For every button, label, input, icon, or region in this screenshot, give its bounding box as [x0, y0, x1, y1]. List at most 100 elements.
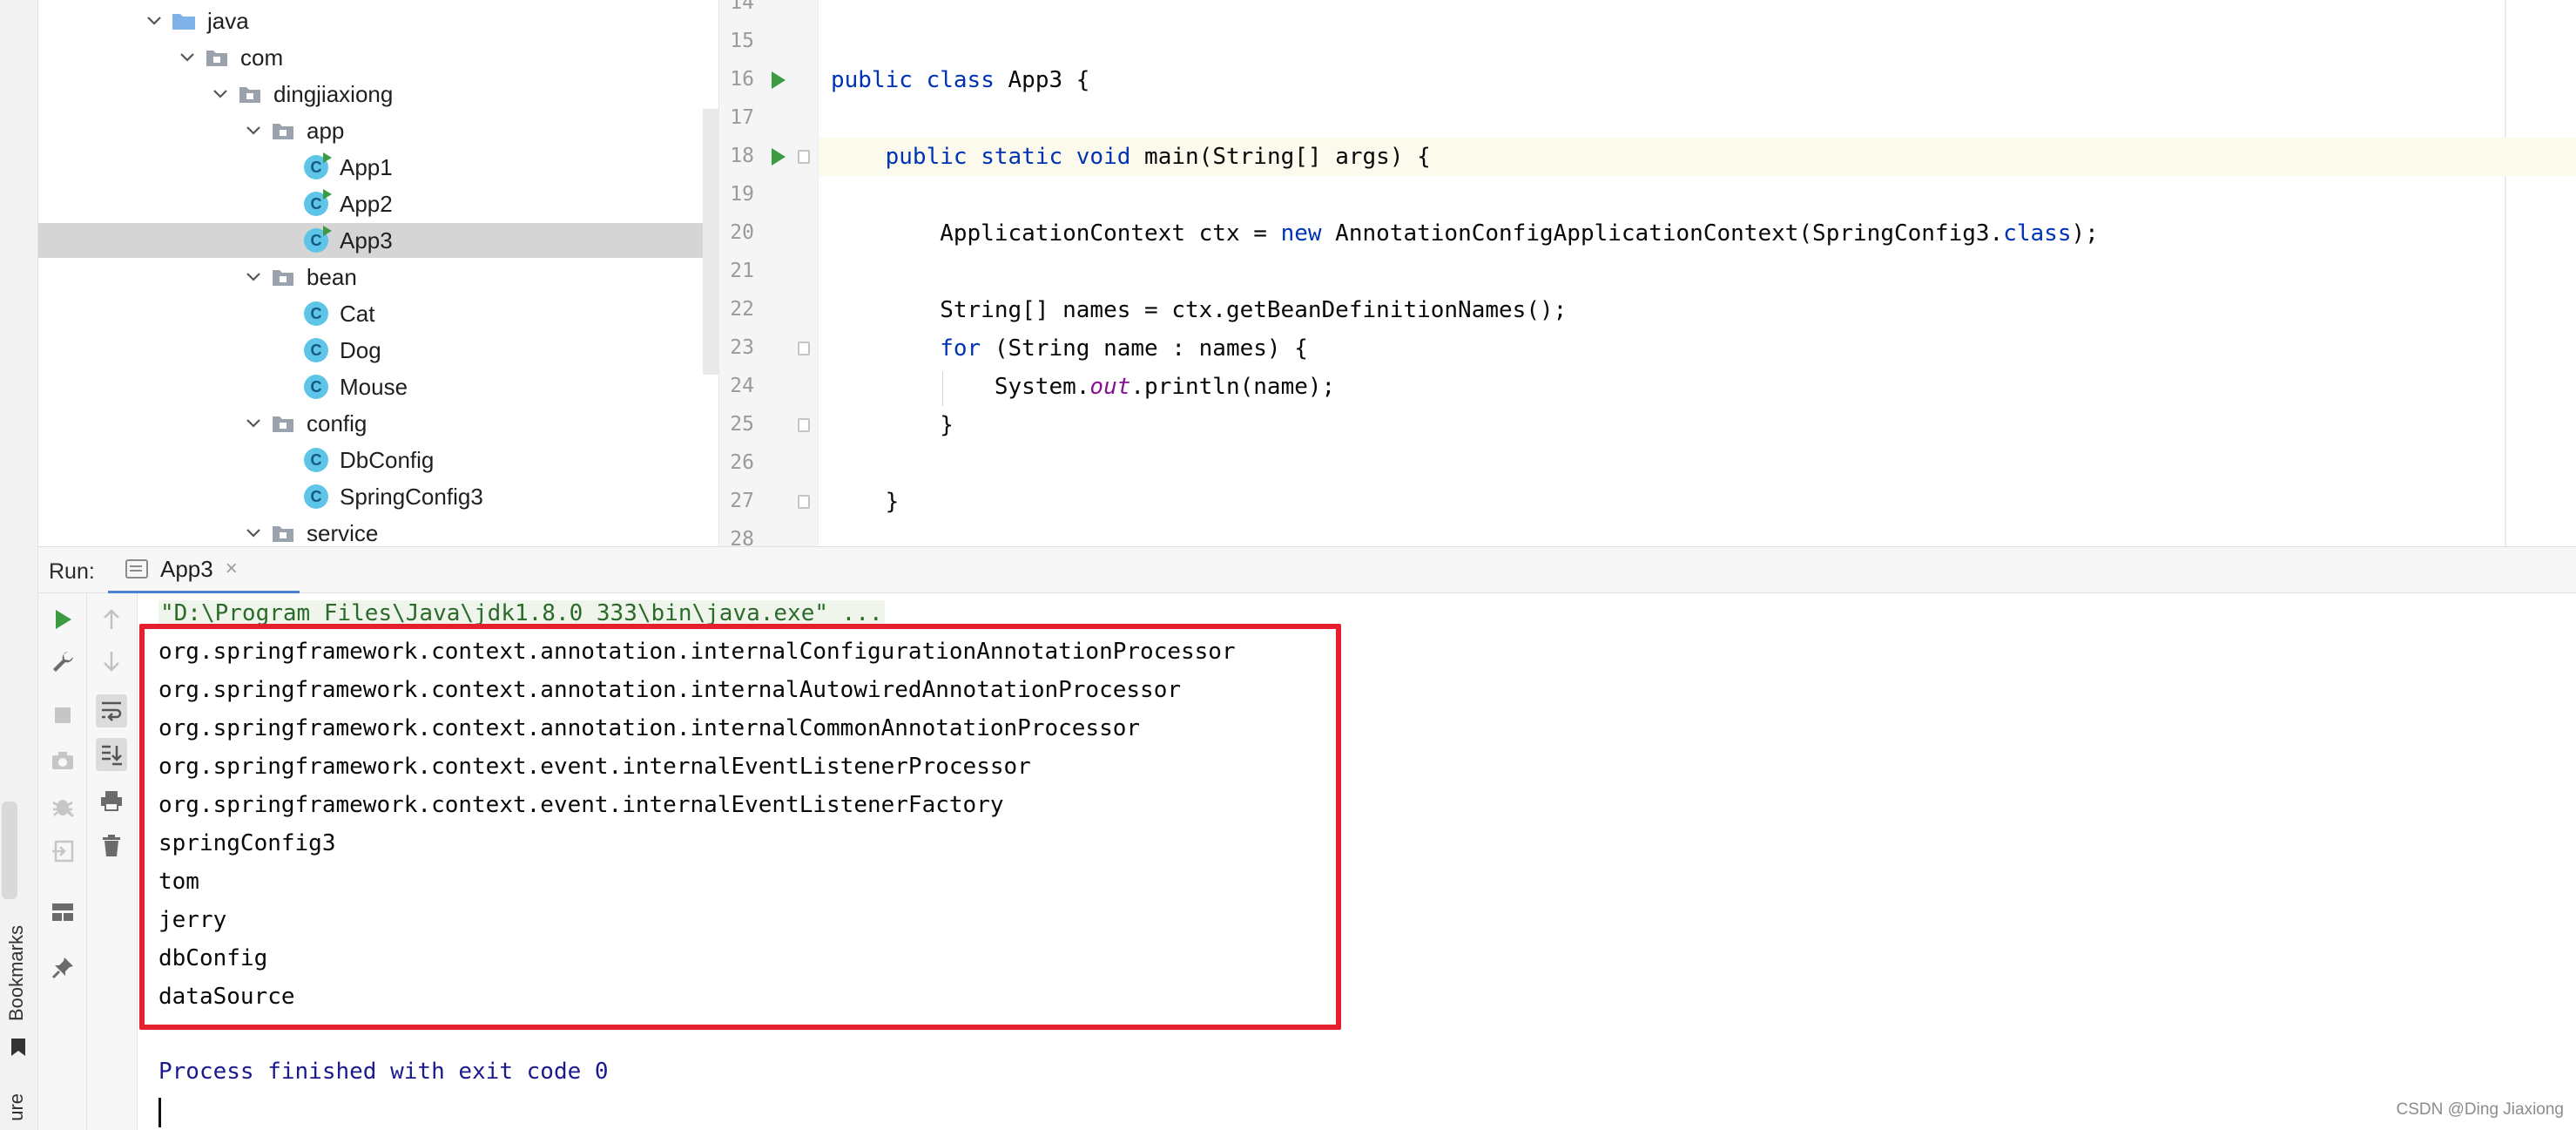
exit-icon[interactable]	[49, 837, 77, 865]
tree-item-dog[interactable]: C Dog	[38, 333, 704, 368]
pin-icon[interactable]	[49, 954, 77, 982]
run-gutter-icon[interactable]	[772, 71, 786, 89]
console-output[interactable]: "D:\Program Files\Java\jdk1.8.0_333\bin\…	[138, 593, 2576, 1130]
fold-marker-icon[interactable]	[798, 150, 810, 164]
project-tree: java com dingjiaxiong app C App1 C App2 C App3 bea…	[38, 0, 719, 546]
code-line: String[] names = ctx.getBeanDefinitionNa…	[831, 297, 1568, 323]
layout-icon[interactable]	[49, 898, 77, 926]
class-letter: C	[304, 375, 328, 399]
run-toolbar-primary	[38, 593, 87, 1130]
gutter-line: 15	[719, 23, 819, 61]
fold-marker-icon[interactable]	[798, 342, 810, 355]
run-panel-header: Run: App3 ×	[38, 546, 2576, 594]
wrench-icon[interactable]	[49, 647, 77, 675]
chevron-down-icon[interactable]	[242, 522, 265, 545]
tree-scrollbar[interactable]	[703, 109, 718, 375]
line-number: 16	[730, 68, 754, 91]
bookmarks-tool-label[interactable]: Bookmarks	[5, 925, 28, 1021]
chevron-down-icon[interactable]	[209, 83, 232, 105]
console-output-line: dataSource	[158, 984, 295, 1010]
package-icon	[270, 118, 296, 144]
chevron-down-icon[interactable]	[242, 119, 265, 142]
tree-item-app[interactable]: app	[38, 113, 704, 148]
tree-item-java[interactable]: java	[38, 3, 704, 38]
tree-item-cat[interactable]: C Cat	[38, 296, 704, 331]
run-gutter-icon[interactable]	[772, 148, 786, 166]
tree-item-label: Cat	[340, 300, 375, 327]
tree-item-com[interactable]: com	[38, 40, 704, 75]
chevron-down-icon[interactable]	[143, 10, 165, 32]
code-line: System.out.println(name);	[831, 374, 1336, 400]
gutter-line: 23	[719, 329, 819, 368]
trash-icon[interactable]	[98, 832, 125, 860]
tool-strip-grip[interactable]	[2, 802, 17, 899]
print-icon[interactable]	[98, 787, 125, 815]
run-toolbar-secondary	[87, 593, 138, 1130]
camera-icon[interactable]	[49, 747, 77, 775]
fold-marker-icon[interactable]	[798, 495, 810, 509]
tree-item-mouse[interactable]: C Mouse	[38, 369, 704, 404]
class-icon: C	[303, 374, 329, 400]
code-editor[interactable]: public class App3 { public static void m…	[819, 0, 2576, 546]
package-icon	[204, 44, 230, 71]
chevron-down-icon[interactable]	[242, 266, 265, 288]
class-letter: C	[304, 301, 328, 326]
editor-gutter: 14 15 16 17 18 19 20 21 22 23 24 25 26 27 28	[719, 0, 819, 551]
class-letter: C	[304, 484, 328, 509]
tree-item-service[interactable]: service	[38, 516, 704, 546]
tree-item-config[interactable]: config	[38, 406, 704, 441]
gutter-line: 24	[719, 368, 819, 406]
line-number: 25	[730, 413, 754, 436]
tree-item-label: Mouse	[340, 373, 408, 400]
class-letter: C	[304, 152, 332, 179]
tree-item-app1[interactable]: C App1	[38, 150, 704, 185]
tree-item-label: dingjiaxiong	[273, 80, 394, 107]
tree-item-bean[interactable]: bean	[38, 260, 704, 294]
class-icon: C	[303, 189, 332, 217]
tree-item-dingjiaxiong[interactable]: dingjiaxiong	[38, 77, 704, 112]
console-output-line: org.springframework.context.event.intern…	[158, 792, 1004, 818]
class-icon: C	[303, 484, 329, 510]
class-icon: C	[303, 337, 329, 363]
fold-marker-icon[interactable]	[798, 418, 810, 432]
console-caret	[158, 1098, 161, 1127]
tree-item-dbconfig[interactable]: C DbConfig	[38, 443, 704, 477]
class-letter: C	[304, 226, 332, 253]
console-output-line: org.springframework.context.event.intern…	[158, 754, 1031, 780]
tree-item-app2[interactable]: C App2	[38, 186, 704, 221]
chevron-down-icon[interactable]	[176, 46, 199, 69]
indent-guide	[942, 371, 943, 406]
bookmark-icon[interactable]	[9, 1037, 28, 1058]
soft-wrap-icon[interactable]	[96, 694, 127, 727]
run-tab-app3[interactable]: App3 ×	[108, 547, 300, 594]
tree-item-springconfig3[interactable]: C SpringConfig3	[38, 479, 704, 514]
runnable-mark-icon	[323, 226, 332, 236]
run-tab-label: App3	[160, 555, 213, 582]
tree-item-label: service	[307, 519, 379, 546]
line-number: 14	[730, 0, 754, 14]
tree-item-label: App1	[340, 153, 393, 180]
scroll-to-end-icon[interactable]	[96, 738, 127, 771]
up-arrow-icon[interactable]	[98, 606, 125, 633]
line-number: 17	[730, 106, 754, 129]
debug-icon[interactable]	[49, 792, 77, 820]
rerun-icon[interactable]	[49, 606, 77, 633]
stop-icon[interactable]	[49, 701, 77, 729]
gutter-line: 21	[719, 253, 819, 291]
structure-tool-label[interactable]: ure	[5, 1093, 28, 1121]
gutter-line: 22	[719, 291, 819, 329]
tree-item-label: com	[240, 44, 284, 71]
gutter-line: 17	[719, 99, 819, 138]
chevron-down-icon[interactable]	[242, 412, 265, 435]
close-icon[interactable]: ×	[226, 557, 238, 581]
gutter-line: 19	[719, 176, 819, 214]
tree-item-label: java	[207, 7, 249, 34]
tree-item-label: DbConfig	[340, 446, 435, 473]
package-icon	[270, 520, 296, 546]
console-output-line: org.springframework.context.annotation.i…	[158, 677, 1181, 703]
gutter-line: 25	[719, 406, 819, 444]
line-number: 27	[730, 490, 754, 512]
tree-item-app3[interactable]: C App3	[38, 223, 704, 258]
down-arrow-icon[interactable]	[98, 647, 125, 675]
